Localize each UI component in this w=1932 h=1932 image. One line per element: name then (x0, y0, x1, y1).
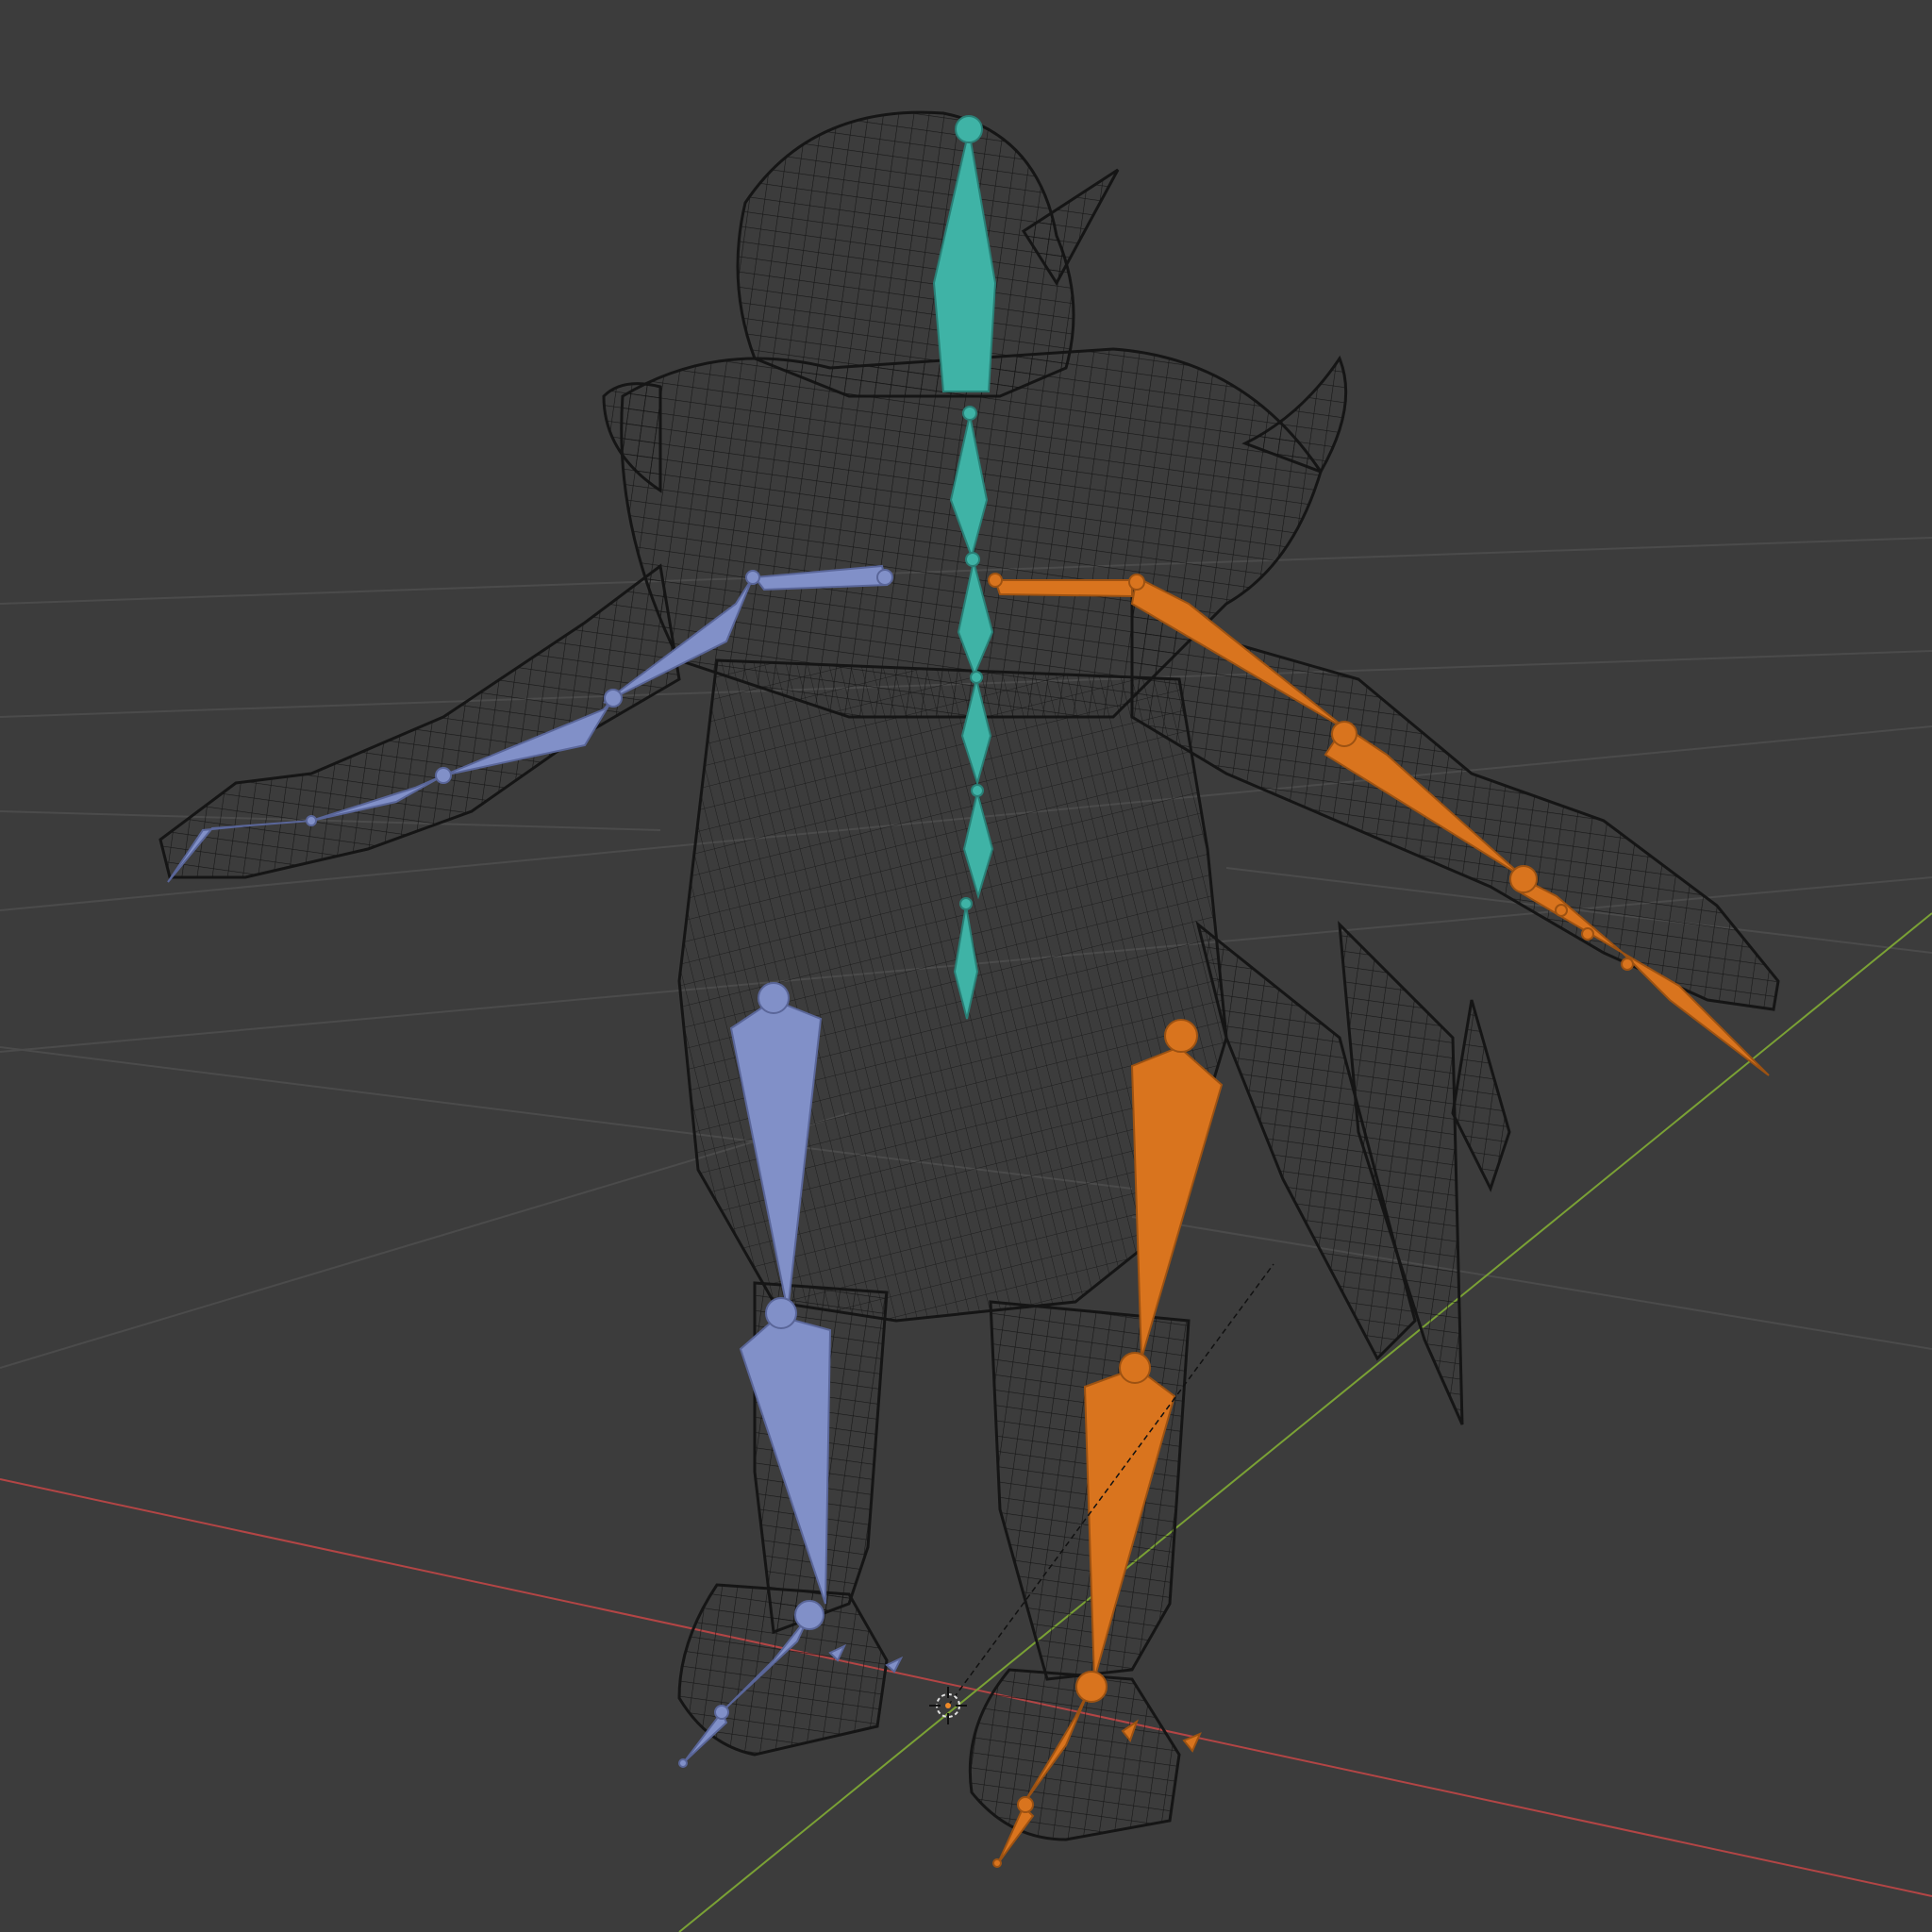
right-ankle-joint (1075, 1671, 1108, 1703)
right-knee-joint (1119, 1352, 1151, 1384)
left-knee-joint (765, 1297, 797, 1329)
left-ankle-joint (794, 1600, 824, 1630)
right-clavicle-bone (993, 579, 1133, 598)
x-axis-line (0, 1478, 1932, 1897)
left-hip-joint (758, 982, 790, 1014)
right-thigh-bone (1130, 1045, 1224, 1359)
3d-viewport[interactable] (0, 0, 1932, 1932)
head-tip-joint (955, 115, 983, 143)
3d-cursor-icon[interactable] (929, 1687, 967, 1724)
right-hip-joint (1164, 1019, 1198, 1053)
